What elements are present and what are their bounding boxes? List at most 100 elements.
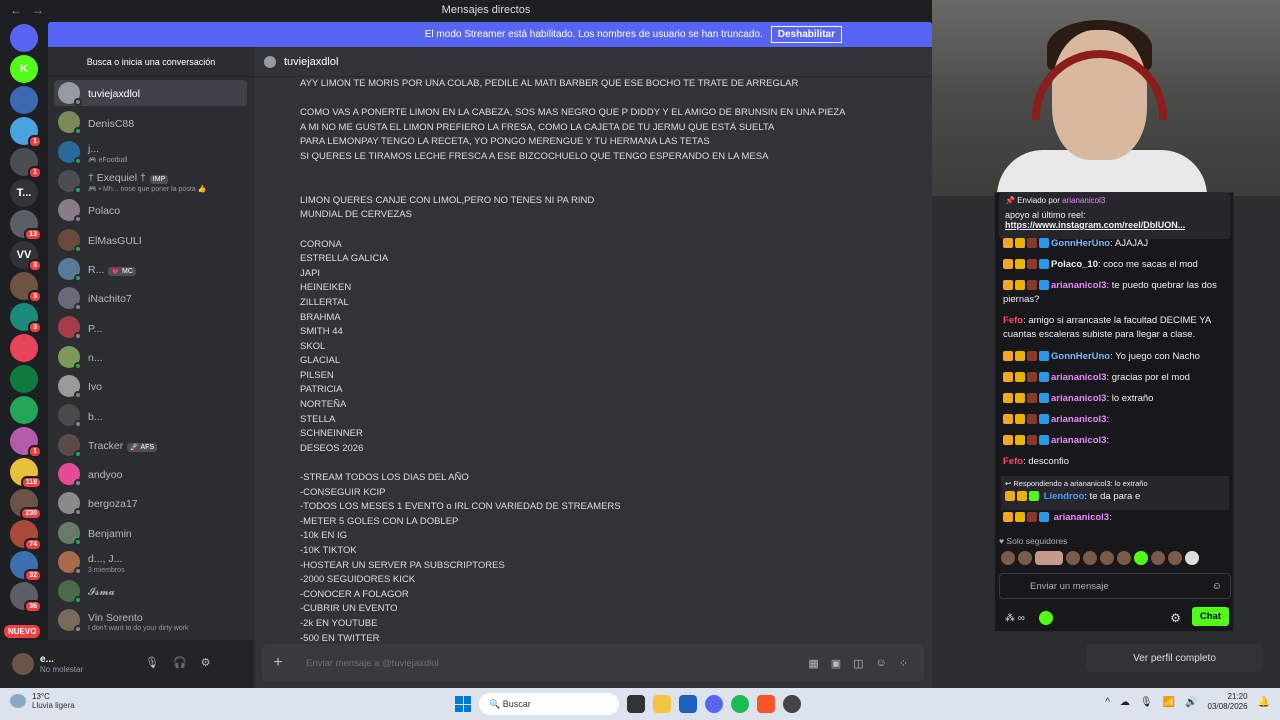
emote-icon[interactable]: [1134, 551, 1148, 565]
weather-widget[interactable]: 13°C Lluvia ligera: [10, 692, 75, 710]
server-icon[interactable]: 118: [10, 458, 42, 489]
cloud-icon[interactable]: ☁: [1120, 697, 1130, 708]
taskbar-search[interactable]: 🔍 Buscar: [479, 693, 619, 715]
emote-icon[interactable]: [1168, 551, 1182, 565]
obs-icon[interactable]: [783, 695, 801, 713]
spotify-icon[interactable]: [731, 695, 749, 713]
dm-item[interactable]: d..., J... 3 miembros: [54, 549, 247, 575]
chat-settings-gear-icon[interactable]: ⚙: [1170, 611, 1181, 625]
clock[interactable]: 21:20 03/08/2026: [1208, 692, 1248, 713]
dm-item[interactable]: andyoo: [54, 461, 247, 487]
dm-item[interactable]: b...: [54, 402, 247, 429]
settings-gear-icon[interactable]: ⚙: [201, 656, 211, 669]
disable-streamer-button[interactable]: Deshabilitar: [770, 26, 842, 43]
dm-item[interactable]: Benjamin: [54, 520, 247, 546]
chat-user[interactable]: ariananicol3: [1051, 372, 1106, 383]
microphone-icon[interactable]: 🎙: [145, 656, 159, 669]
chat-user[interactable]: Fefo: [1003, 315, 1023, 326]
wifi-icon[interactable]: 📶: [1163, 697, 1175, 708]
dm-item[interactable]: Tracker 🚀 AFS: [54, 432, 247, 458]
emote-icon[interactable]: [1083, 551, 1097, 565]
pinned-message[interactable]: 📌 Enviado por ariananicol3 apoyo al últi…: [999, 193, 1231, 239]
server-icon[interactable]: 3: [10, 272, 42, 303]
server-icon[interactable]: 1: [10, 148, 42, 179]
brave-icon[interactable]: [757, 695, 775, 713]
message-composer[interactable]: + Enviar mensaje a @tuviejaxdlol ▦ ▣ ◫ ☺…: [262, 644, 924, 682]
server-icon[interactable]: [10, 365, 38, 393]
server-icon[interactable]: T...: [10, 179, 38, 207]
chat-user[interactable]: ariananicol3: [1051, 414, 1106, 425]
emote-icon[interactable]: [1100, 551, 1114, 565]
dm-item[interactable]: ElMasGULI: [54, 227, 247, 253]
server-icon[interactable]: 13: [10, 210, 42, 241]
dm-item[interactable]: Vin Sorento I don't want to do your dirty…: [54, 607, 247, 634]
server-icon[interactable]: [10, 86, 38, 114]
server-icon[interactable]: VV 3: [10, 241, 42, 272]
volume-icon[interactable]: 🔊: [1185, 697, 1197, 708]
sticker-icon[interactable]: ◫: [853, 657, 863, 670]
chat-user[interactable]: ariananicol3: [1051, 393, 1106, 404]
gift-icon[interactable]: ▦: [808, 657, 818, 670]
emote-icon[interactable]: [1035, 551, 1063, 565]
task-view-icon[interactable]: [627, 695, 645, 713]
emote-icon[interactable]: [1001, 551, 1015, 565]
emote-icon[interactable]: [1117, 551, 1131, 565]
dm-item[interactable]: Polaco: [54, 197, 247, 224]
composer-placeholder[interactable]: Enviar mensaje a @tuviejaxdlol: [306, 658, 808, 669]
emote-icon[interactable]: [1151, 551, 1165, 565]
dm-item[interactable]: j... 🎮 eFootball: [54, 139, 247, 165]
server-icon[interactable]: [10, 334, 38, 362]
server-icon[interactable]: 36: [10, 582, 42, 613]
emote-icon[interactable]: [1018, 551, 1032, 565]
chat-user[interactable]: ariananicol3: [1051, 280, 1106, 291]
server-icon[interactable]: [10, 396, 38, 424]
chevron-up-icon[interactable]: ^: [1105, 697, 1110, 708]
taskbar-search-text[interactable]: Buscar: [503, 699, 531, 709]
apps-icon[interactable]: ⁘: [899, 657, 908, 670]
back-arrow-icon[interactable]: ←: [10, 3, 22, 17]
dm-item[interactable]: iNachito7: [54, 285, 247, 312]
server-icon[interactable]: 1: [10, 117, 42, 148]
chat-user[interactable]: GonnHerUno: [1051, 238, 1110, 249]
dm-search-input[interactable]: Busca o inicia una conversación: [48, 47, 254, 77]
reply-user[interactable]: Liendroo: [1044, 491, 1085, 502]
chat-user[interactable]: ariananicol3: [1051, 435, 1106, 446]
dm-item[interactable]: DenisC88: [54, 109, 247, 136]
chat-user[interactable]: GonnHerUno: [1051, 351, 1110, 362]
emote-icon[interactable]: [1185, 551, 1199, 565]
server-icon[interactable]: 74: [10, 520, 42, 551]
chat-user[interactable]: Polaco_10: [1051, 259, 1098, 270]
add-attachment-icon[interactable]: +: [268, 654, 288, 672]
chat-user[interactable]: ariananicol3: [1054, 512, 1109, 523]
dm-item[interactable]: P...: [54, 314, 247, 341]
pinned-link[interactable]: https://www.instagram.com/reel/DbIUON...: [1005, 220, 1225, 230]
notification-icon[interactable]: 🔔: [1258, 697, 1270, 708]
server-icon[interactable]: K: [10, 55, 38, 83]
store-icon[interactable]: [679, 695, 697, 713]
server-icon[interactable]: 230: [10, 489, 42, 520]
headphones-icon[interactable]: 🎧: [173, 656, 187, 669]
gif-icon[interactable]: ▣: [831, 657, 841, 670]
discord-taskbar-icon[interactable]: [705, 695, 723, 713]
avatar[interactable]: [12, 653, 34, 675]
emote-icon[interactable]: [1066, 551, 1080, 565]
dm-item[interactable]: Ivo: [54, 373, 247, 399]
chat-send-button[interactable]: Chat: [1191, 607, 1229, 626]
dm-item[interactable]: n...: [54, 344, 247, 370]
server-icon[interactable]: 1: [10, 427, 42, 458]
chat-input-placeholder[interactable]: Enviar un mensaje: [1030, 581, 1212, 592]
kick-logo-icon[interactable]: [1038, 611, 1053, 625]
chat-input[interactable]: Enviar un mensaje ☺: [999, 573, 1231, 599]
points-icon[interactable]: ⁂ ∞: [1005, 613, 1025, 624]
file-explorer-icon[interactable]: [653, 695, 671, 713]
dm-item[interactable]: tuviejaxdlol: [54, 80, 247, 106]
emoji-icon[interactable]: ☺: [1212, 581, 1222, 592]
mic-tray-icon[interactable]: 🎙: [1140, 697, 1153, 708]
windows-start-icon[interactable]: [455, 696, 471, 712]
server-icon[interactable]: 3: [10, 303, 42, 334]
view-full-profile-button[interactable]: Ver perfil completo: [1086, 644, 1263, 672]
chat-user[interactable]: Fefo: [1003, 456, 1023, 467]
server-icon[interactable]: 32: [10, 551, 42, 582]
dm-item[interactable]: bergoza17: [54, 490, 247, 517]
emoji-icon[interactable]: ☺: [876, 657, 887, 670]
